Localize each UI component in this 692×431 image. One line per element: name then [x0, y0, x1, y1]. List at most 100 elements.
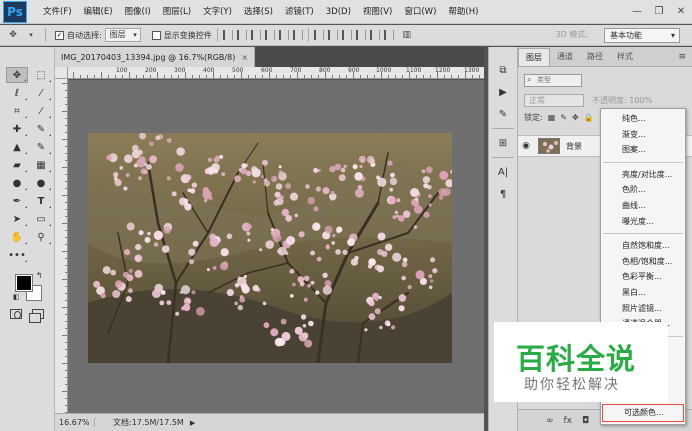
- menu-item-black-white[interactable]: 黑白...: [601, 285, 685, 301]
- distribute-right-icon[interactable]: [383, 30, 394, 40]
- link-layers-icon[interactable]: ∞: [546, 416, 554, 426]
- clone-stamp-tool-icon[interactable]: ▲: [6, 139, 28, 155]
- healing-brush-tool-icon[interactable]: ✚: [6, 121, 28, 137]
- restore-button[interactable]: ❐: [648, 1, 670, 23]
- menu-item-solid-color[interactable]: 纯色...: [601, 111, 685, 127]
- opacity-label[interactable]: 不透明度: 100%: [592, 95, 652, 106]
- status-menu-arrow-icon[interactable]: ▶: [190, 419, 195, 427]
- menu-file[interactable]: 文件(F): [37, 0, 78, 24]
- show-transform-checkbox[interactable]: [151, 30, 161, 40]
- tab-styles[interactable]: 样式: [610, 48, 640, 66]
- menu-image[interactable]: 图像(I): [119, 0, 157, 24]
- lock-all-icon[interactable]: 🔒: [584, 113, 594, 122]
- layer-filter-dropdown[interactable]: 类型: [524, 73, 582, 87]
- auto-select-checkbox[interactable]: ✓: [55, 30, 64, 40]
- menu-filter[interactable]: 滤镜(T): [279, 0, 320, 24]
- default-colors-icon[interactable]: ◧: [13, 293, 20, 301]
- menu-item-brightness-contrast[interactable]: 亮度/对比度...: [601, 167, 685, 183]
- hand-tool-icon[interactable]: ✋: [6, 229, 28, 245]
- menu-help[interactable]: 帮助(H): [442, 0, 484, 24]
- lasso-tool-icon[interactable]: ℓ: [6, 85, 28, 101]
- magic-wand-tool-icon[interactable]: ⁄: [30, 85, 52, 101]
- menu-type[interactable]: 文字(Y): [197, 0, 238, 24]
- screen-mode-icon[interactable]: [29, 309, 44, 323]
- brush-panel-icon[interactable]: ✎: [493, 105, 513, 123]
- path-selection-tool-icon[interactable]: ➤: [6, 211, 28, 227]
- tab-layers[interactable]: 图层: [518, 48, 550, 66]
- auto-align-icon[interactable]: ▥: [400, 28, 414, 42]
- move-tool-icon[interactable]: ✥: [6, 67, 28, 83]
- menu-layer[interactable]: 图层(L): [157, 0, 197, 24]
- menu-item-hue-saturation[interactable]: 色相/饱和度...: [601, 254, 685, 270]
- layer-name[interactable]: 背景: [566, 141, 582, 152]
- panel-menu-icon[interactable]: ≡: [678, 48, 686, 66]
- ruler-origin[interactable]: [55, 67, 68, 79]
- document-tab[interactable]: IMG_20170403_13394.jpg @ 16.7%(RGB/8) ×: [55, 47, 255, 67]
- menu-item-photo-filter[interactable]: 照片滤镜...: [601, 301, 685, 317]
- pen-tool-icon[interactable]: ✒: [6, 193, 28, 209]
- menu-item-pattern[interactable]: 图案...: [601, 142, 685, 158]
- shape-tool-icon[interactable]: ▭: [30, 211, 52, 227]
- actions-panel-icon[interactable]: ▶: [493, 83, 513, 101]
- menu-item-exposure[interactable]: 曝光度...: [601, 214, 685, 230]
- layer-style-icon[interactable]: fx: [564, 416, 573, 426]
- menu-item-vibrance[interactable]: 自然饱和度...: [601, 238, 685, 254]
- photo-image[interactable]: [88, 133, 452, 363]
- add-mask-icon[interactable]: ◘: [582, 416, 589, 426]
- align-left-icon[interactable]: [264, 30, 275, 40]
- auto-select-dropdown[interactable]: 图层: [104, 28, 141, 42]
- gradient-tool-icon[interactable]: ▦: [30, 157, 52, 173]
- eraser-tool-icon[interactable]: ▰: [6, 157, 28, 173]
- clone-source-icon[interactable]: ⊞: [493, 134, 513, 152]
- quick-mask-icon[interactable]: [10, 309, 22, 319]
- zoom-tool-icon[interactable]: ⚲: [30, 229, 52, 245]
- type-tool-icon[interactable]: T: [30, 193, 52, 209]
- menu-item-color-balance[interactable]: 色彩平衡...: [601, 269, 685, 285]
- menu-item-curves[interactable]: 曲线...: [601, 198, 685, 214]
- blend-mode-dropdown[interactable]: 正常: [524, 93, 584, 107]
- visibility-eye-icon[interactable]: ◉: [518, 141, 534, 151]
- vertical-ruler[interactable]: [55, 79, 68, 413]
- align-right-icon[interactable]: [292, 30, 303, 40]
- canvas-pasteboard[interactable]: [68, 80, 484, 413]
- character-panel-icon[interactable]: A|: [493, 163, 513, 181]
- distribute-left-icon[interactable]: [355, 30, 366, 40]
- swap-colors-icon[interactable]: ↰: [36, 271, 43, 280]
- lock-pixels-icon[interactable]: ✎: [560, 113, 567, 122]
- zoom-level[interactable]: 16.67%: [55, 418, 95, 427]
- foreground-color-swatch[interactable]: [15, 274, 33, 292]
- align-vcenter-icon[interactable]: [236, 30, 247, 40]
- tab-paths[interactable]: 路径: [580, 48, 610, 66]
- marquee-tool-icon[interactable]: ⬚: [30, 67, 52, 83]
- history-brush-tool-icon[interactable]: ✎: [30, 139, 52, 155]
- workspace-dropdown[interactable]: 基本功能: [604, 28, 680, 43]
- tab-channels[interactable]: 通道: [550, 48, 580, 66]
- menu-item-levels[interactable]: 色阶...: [601, 182, 685, 198]
- menu-view[interactable]: 视图(V): [357, 0, 398, 24]
- align-bottom-icon[interactable]: [250, 30, 261, 40]
- history-panel-icon[interactable]: ⧉: [493, 61, 513, 79]
- horizontal-ruler[interactable]: 100 200 300 400 500 600 700 800 900 1000…: [68, 67, 484, 79]
- menu-item-selective-color[interactable]: 可选颜色...: [602, 404, 684, 422]
- menu-select[interactable]: 选择(S): [238, 0, 279, 24]
- lock-transparency-icon[interactable]: ▦: [548, 113, 556, 122]
- distribute-vcenter-icon[interactable]: [327, 30, 338, 40]
- eyedropper-tool-icon[interactable]: ⁄: [30, 103, 52, 119]
- align-top-icon[interactable]: [222, 30, 233, 40]
- menu-3d[interactable]: 3D(D): [320, 0, 357, 24]
- menu-window[interactable]: 窗口(W): [398, 0, 442, 24]
- align-hcenter-icon[interactable]: [278, 30, 289, 40]
- crop-tool-icon[interactable]: ⌗: [6, 103, 28, 119]
- close-tab-icon[interactable]: ×: [241, 53, 248, 62]
- menu-edit[interactable]: 编辑(E): [78, 0, 119, 24]
- move-tool-preset-icon[interactable]: ✥: [6, 28, 20, 42]
- brush-tool-icon[interactable]: ✎: [30, 121, 52, 137]
- dodge-tool-icon[interactable]: ●: [30, 175, 52, 191]
- distribute-hcenter-icon[interactable]: [369, 30, 380, 40]
- close-window-button[interactable]: ✕: [670, 1, 692, 23]
- distribute-bottom-icon[interactable]: [341, 30, 352, 40]
- blur-tool-icon[interactable]: ●: [6, 175, 28, 191]
- distribute-top-icon[interactable]: [313, 30, 324, 40]
- minimize-button[interactable]: —: [626, 1, 648, 23]
- lock-position-icon[interactable]: ✥: [572, 113, 579, 122]
